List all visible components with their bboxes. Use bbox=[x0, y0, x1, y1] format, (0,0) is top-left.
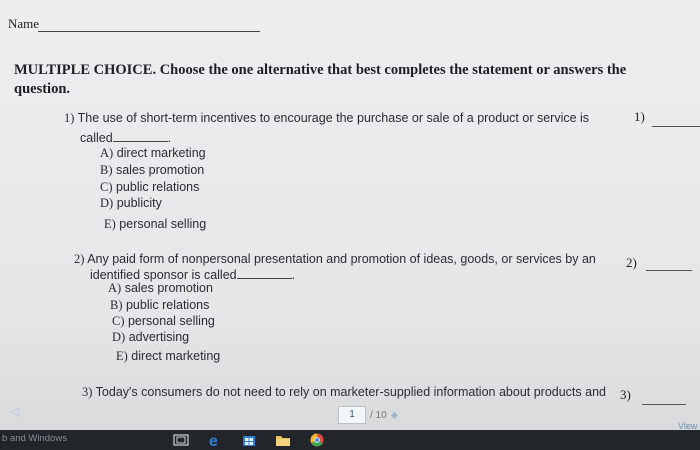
answer-number: 1) bbox=[634, 109, 645, 124]
option-e[interactable]: E) direct marketing bbox=[116, 349, 220, 364]
store-icon[interactable] bbox=[240, 432, 258, 448]
page-navigator: 1 / 10 ⬥ bbox=[338, 406, 398, 424]
name-label: Name bbox=[8, 16, 40, 31]
question-text-cont: identified sponsor is called bbox=[90, 268, 237, 282]
taskbar: b and Windows e bbox=[0, 430, 700, 450]
answer-line[interactable] bbox=[646, 270, 692, 271]
edge-icon[interactable]: e bbox=[206, 432, 224, 448]
option-b[interactable]: B) public relations bbox=[110, 298, 209, 313]
option-c[interactable]: C) public relations bbox=[100, 180, 199, 195]
section-title: MULTIPLE CHOICE. Choose the one alternat… bbox=[14, 62, 627, 97]
taskbar-search-text[interactable]: b and Windows bbox=[2, 433, 67, 444]
nav-left-arrow-icon[interactable]: ◁ bbox=[10, 404, 19, 418]
page-total: / 10 bbox=[370, 409, 387, 421]
option-c[interactable]: C) personal selling bbox=[112, 314, 215, 329]
next-page-icon[interactable]: ⬥ bbox=[391, 410, 398, 421]
question-number: 1) bbox=[64, 111, 75, 125]
svg-text:e: e bbox=[209, 433, 218, 448]
question-number: 2) bbox=[74, 252, 85, 266]
question-text: Any paid form of nonpersonal presentatio… bbox=[87, 252, 596, 266]
answer-number: 2) bbox=[626, 255, 637, 270]
question-text-cont: called bbox=[80, 131, 113, 145]
answer-line[interactable] bbox=[652, 126, 700, 127]
answer-line[interactable] bbox=[642, 404, 686, 405]
question-text: Today's consumers do not need to rely on… bbox=[95, 385, 606, 399]
chrome-icon[interactable] bbox=[308, 432, 326, 448]
task-view-icon[interactable] bbox=[172, 432, 190, 448]
option-d[interactable]: D) publicity bbox=[100, 196, 162, 211]
question-text: The use of short-term incentives to enco… bbox=[77, 111, 590, 125]
option-a[interactable]: A) sales promotion bbox=[108, 281, 213, 296]
option-a[interactable]: A) direct marketing bbox=[100, 146, 206, 161]
page-number-input[interactable]: 1 bbox=[338, 406, 366, 424]
fill-in-blank bbox=[112, 129, 168, 142]
option-e[interactable]: E) personal selling bbox=[104, 217, 206, 232]
option-d[interactable]: D) advertising bbox=[112, 330, 189, 345]
file-explorer-icon[interactable] bbox=[274, 432, 292, 448]
option-b[interactable]: B) sales promotion bbox=[100, 163, 204, 178]
document-page: Name MULTIPLE CHOICE. Choose the one alt… bbox=[0, 0, 700, 431]
answer-number: 3) bbox=[620, 387, 631, 402]
fill-in-blank bbox=[236, 266, 292, 279]
name-input-line[interactable] bbox=[38, 31, 260, 32]
question-number: 3) bbox=[82, 385, 93, 399]
